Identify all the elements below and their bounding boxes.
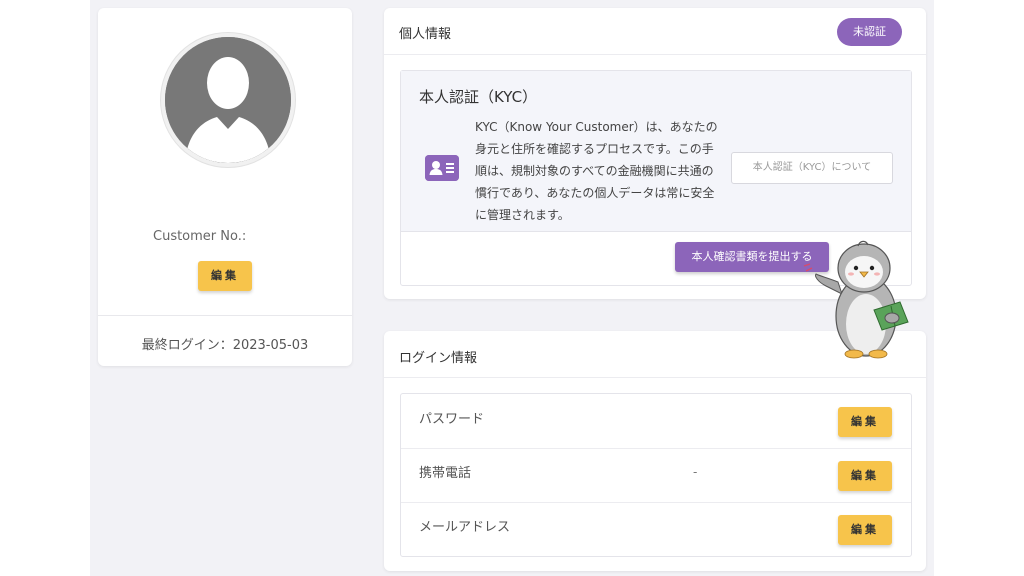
edit-phone-button[interactable]: 編集 bbox=[838, 461, 892, 491]
phone-label: 携帯電話 bbox=[419, 466, 472, 481]
penguin-mascot-icon bbox=[800, 238, 920, 363]
login-info-title: ログイン情報 bbox=[399, 351, 478, 366]
user-silhouette-icon bbox=[165, 37, 291, 163]
avatar bbox=[161, 33, 295, 167]
edit-password-button[interactable]: 編集 bbox=[838, 407, 892, 437]
login-info-list: パスワード 編集 携帯電話 - 編集 メールアドレス 編集 bbox=[400, 393, 912, 557]
login-row-email: メールアドレス 編集 bbox=[401, 502, 911, 556]
login-row-password: パスワード 編集 bbox=[401, 394, 911, 449]
password-label: パスワード bbox=[419, 412, 485, 427]
profile-edit-button[interactable]: 編集 bbox=[198, 261, 252, 291]
phone-value: - bbox=[693, 465, 698, 479]
login-info-card: ログイン情報 パスワード 編集 携帯電話 - 編集 メールアドレス 編集 bbox=[384, 331, 926, 571]
personal-info-header: 個人情報 未認証 bbox=[384, 8, 926, 55]
login-row-phone: 携帯電話 - 編集 bbox=[401, 448, 911, 503]
email-label: メールアドレス bbox=[419, 520, 511, 535]
kyc-description: KYC（Know Your Customer）は、あなたの身元と住所を確認するプ… bbox=[475, 120, 718, 222]
last-login-text: 最終ログイン：2023-05-03 bbox=[141, 338, 309, 353]
personal-info-title: 個人情報 bbox=[399, 27, 452, 42]
id-card-icon bbox=[425, 155, 459, 181]
kyc-title: 本人認証（KYC） bbox=[419, 88, 538, 106]
kyc-info-section: 本人認証（KYC） KYC（Know Your Customer）は、あなたの身… bbox=[401, 71, 911, 232]
edit-email-button[interactable]: 編集 bbox=[838, 515, 892, 545]
divider bbox=[98, 315, 352, 316]
kyc-about-button[interactable]: 本人認証（KYC）について bbox=[731, 152, 893, 184]
customer-no-label: Customer No.: bbox=[153, 229, 247, 244]
status-badge: 未認証 bbox=[837, 18, 902, 46]
profile-card: Customer No.: 編集 最終ログイン：2023-05-03 bbox=[98, 8, 352, 366]
